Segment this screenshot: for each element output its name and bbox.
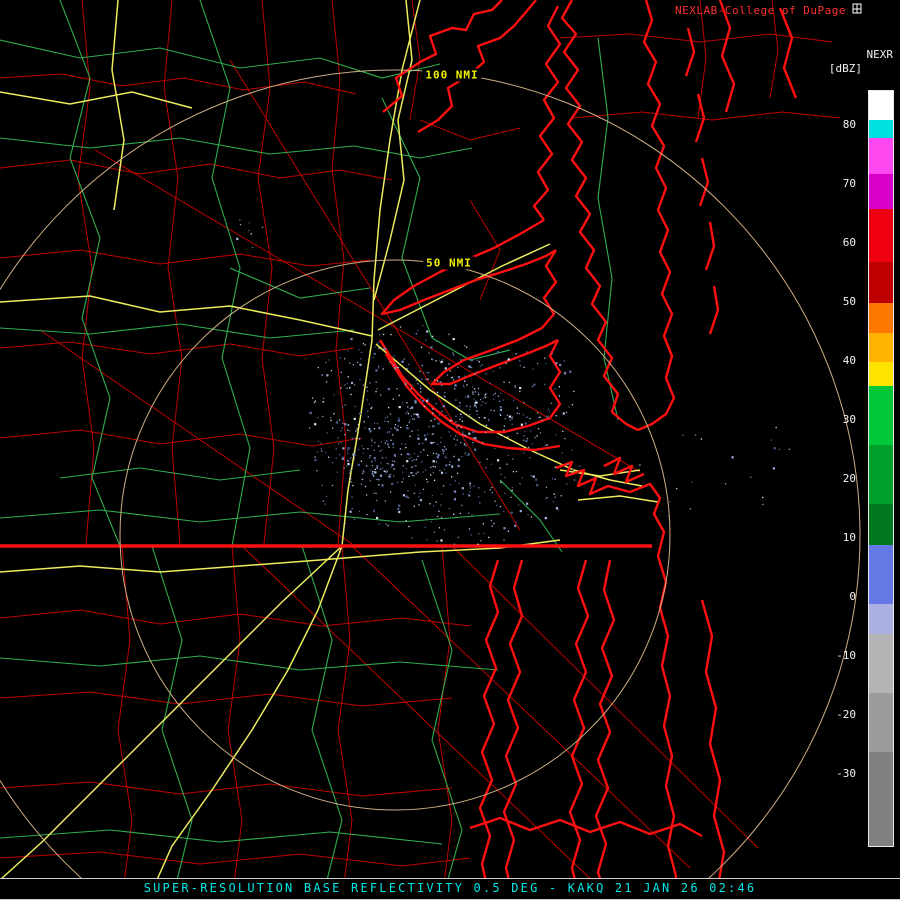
- colorbar-tick: 80: [842, 118, 856, 132]
- range-ring-label-50nmi: 50 NMI: [423, 256, 475, 270]
- colorbar-tick: -30: [836, 767, 856, 781]
- colorbar-segment: [869, 173, 893, 209]
- attribution-text: NEXLAB-College of DuPage: [675, 4, 846, 17]
- colorbar-segment: [869, 545, 893, 605]
- colorbar-tick: 40: [842, 354, 856, 368]
- colorbar-segment: [869, 262, 893, 304]
- colorbar-tick: 70: [842, 177, 856, 191]
- colorbar-segment: [869, 444, 893, 504]
- radar-screen: NEXLAB-College of DuPage NEXR [dBZ] 80 70…: [0, 0, 900, 900]
- colorbar-segment: [869, 303, 893, 333]
- colorbar-segment: [869, 120, 893, 139]
- colorbar-segment: [869, 751, 893, 846]
- colorbar-segment: [869, 332, 893, 363]
- colorbar-tick: -20: [836, 708, 856, 722]
- colorbar-segment: [869, 91, 893, 121]
- colorbar-units: [dBZ]: [828, 62, 862, 75]
- range-rings: [0, 69, 861, 900]
- colorbar-segment: [869, 385, 893, 445]
- cod-logo-icon: [852, 3, 862, 14]
- colorbar-segment: [869, 138, 893, 174]
- colorbar: [868, 90, 894, 847]
- colorbar-segment: [869, 633, 893, 693]
- colorbar-title: NEXR: [866, 48, 894, 61]
- colorbar-tick: 60: [842, 236, 856, 250]
- status-bar: SUPER-RESOLUTION BASE REFLECTIVITY 0.5 D…: [0, 878, 900, 900]
- colorbar-segment: [869, 692, 893, 752]
- range-ring-100nmi: [0, 69, 861, 900]
- colorbar-segment: [869, 208, 893, 263]
- colorbar-tick: 0: [849, 590, 856, 604]
- range-ring-label-100nmi: 100 NMI: [422, 68, 482, 82]
- county-borders: [0, 0, 841, 900]
- range-ring-50nmi: [119, 259, 671, 811]
- colorbar-tick: 20: [842, 472, 856, 486]
- colorbar-segment: [869, 362, 893, 386]
- colorbar-tick: -10: [836, 649, 856, 663]
- colorbar-tick: 30: [842, 413, 856, 427]
- colorbar-segment: [869, 503, 893, 546]
- colorbar-tick: 50: [842, 295, 856, 309]
- colorbar-segment: [869, 604, 893, 634]
- product-title: SUPER-RESOLUTION BASE REFLECTIVITY 0.5 D…: [143, 881, 757, 895]
- colorbar-tick: 10: [842, 531, 856, 545]
- radar-map: [0, 0, 861, 900]
